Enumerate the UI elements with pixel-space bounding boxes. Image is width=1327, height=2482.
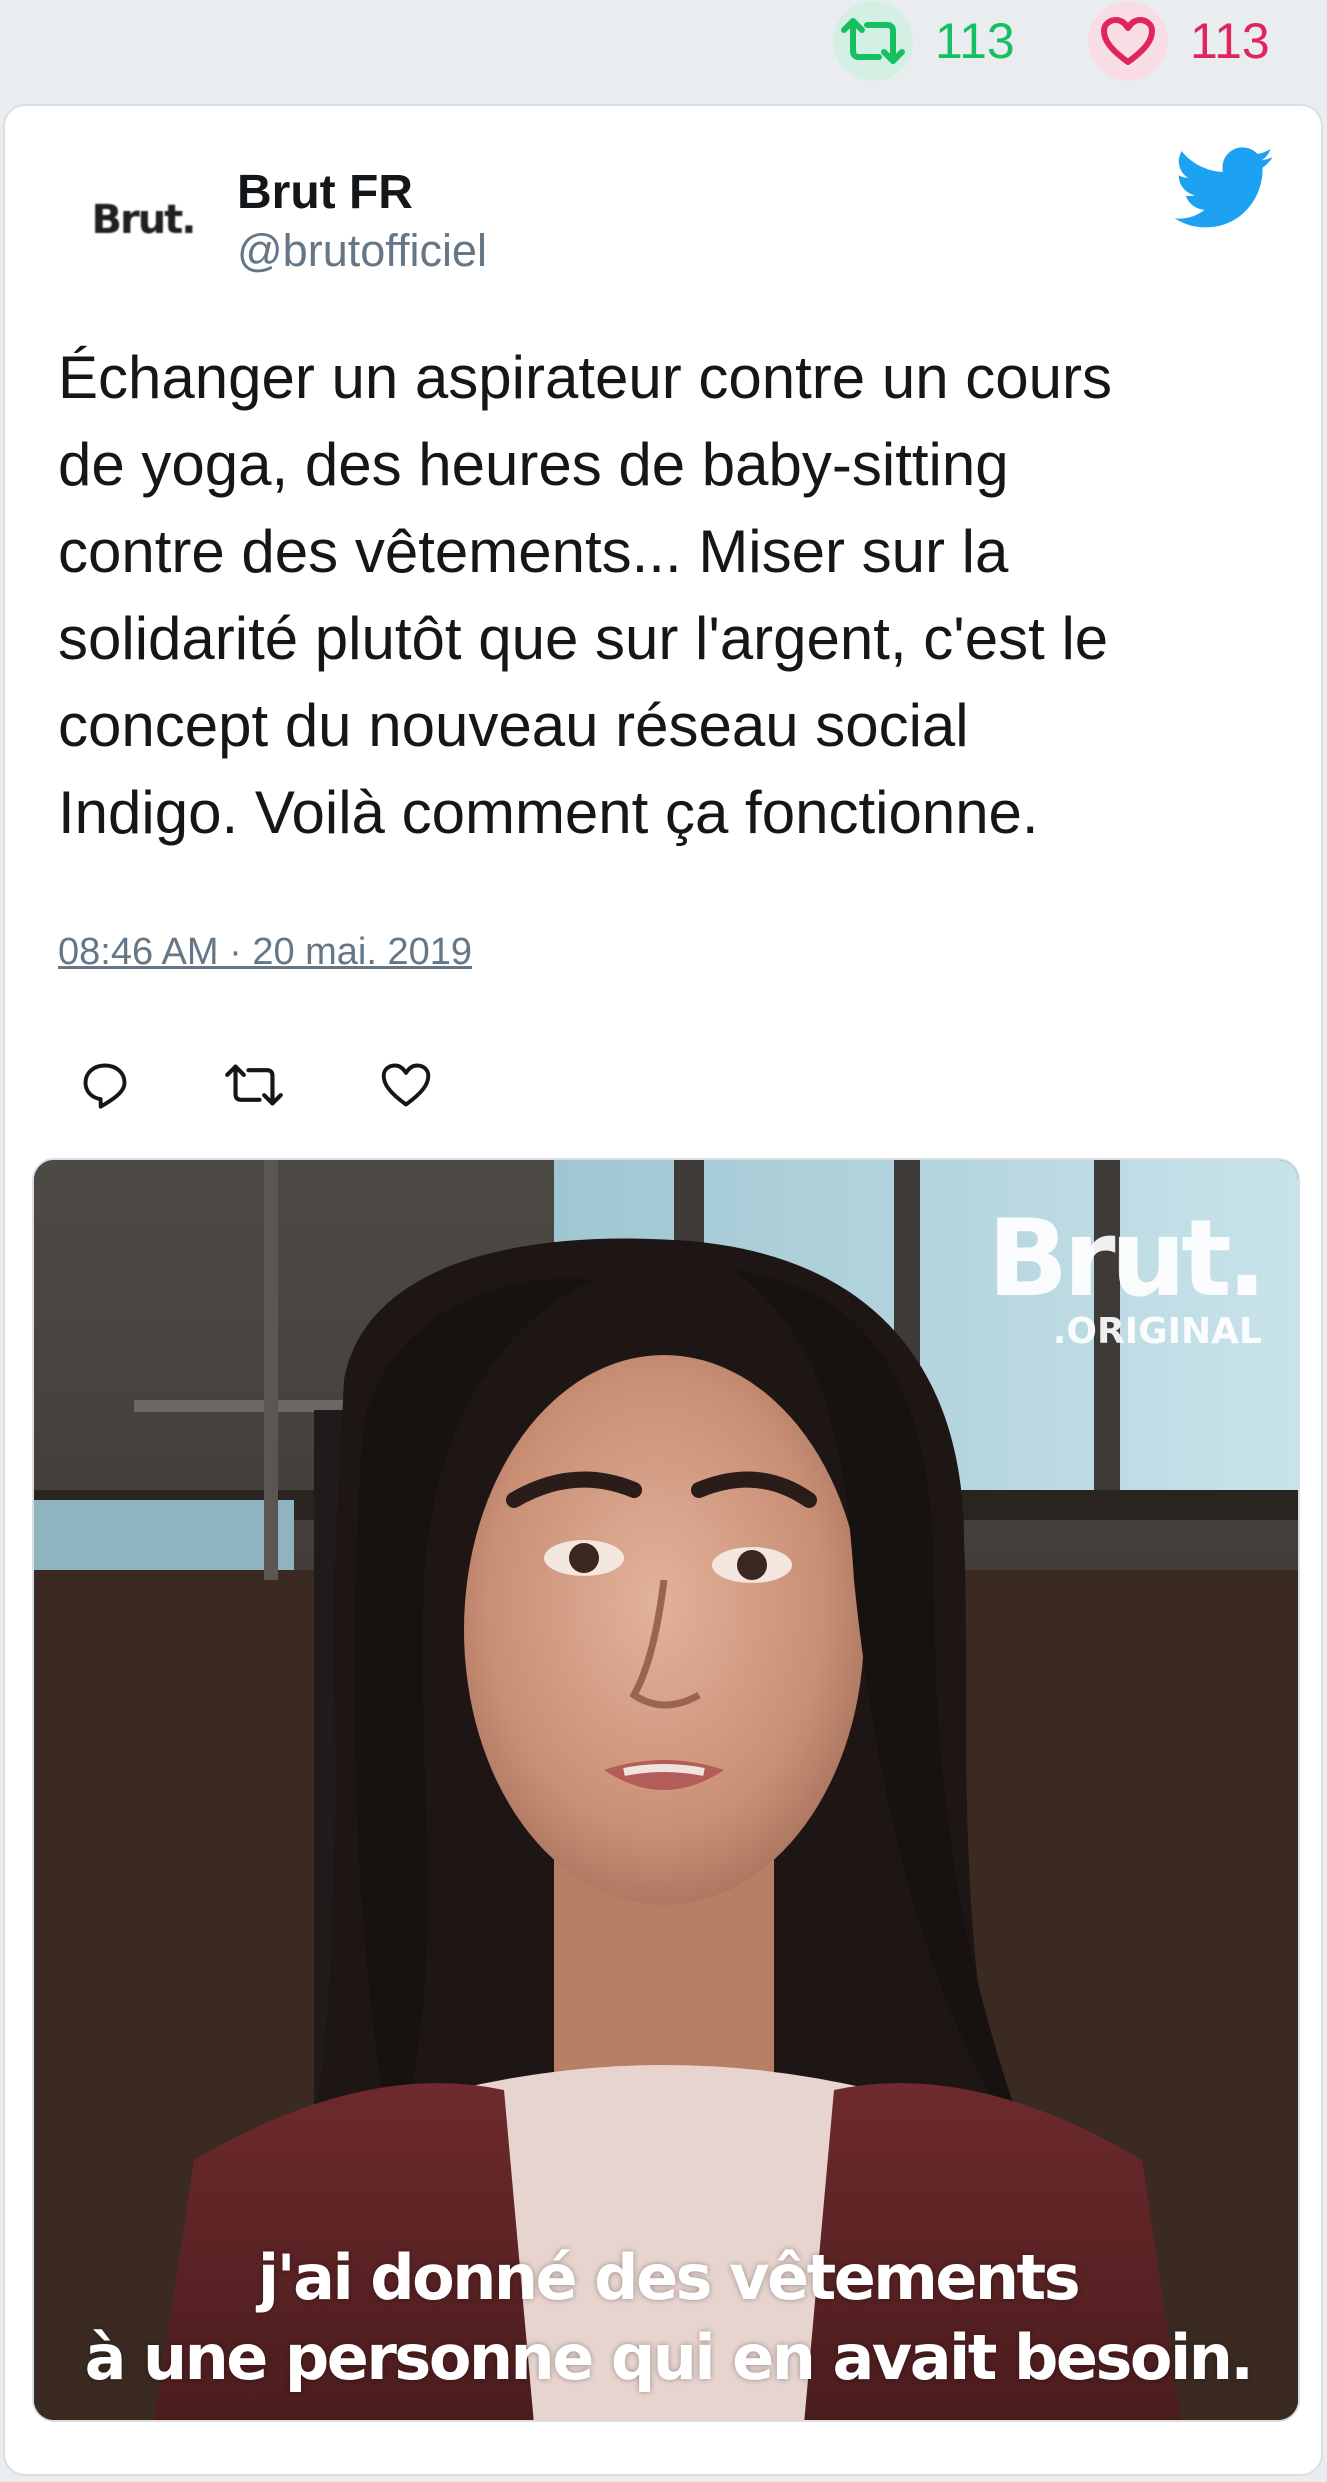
video-subtitle: j'ai donné des vêtements à une personne …	[84, 2241, 1254, 2394]
avatar-logo-text: Brut.	[91, 197, 196, 243]
avatar[interactable]: Brut.	[58, 170, 228, 270]
user-name[interactable]: Brut FR	[237, 164, 413, 222]
retweet-button[interactable]	[224, 1055, 284, 1115]
tweet-stats-bar: 113 113	[0, 0, 1327, 98]
tweet-text: Échanger un aspirateur contre un cours d…	[58, 344, 1112, 846]
reply-button[interactable]	[75, 1055, 135, 1115]
like-stat[interactable]: 113	[1088, 0, 1270, 82]
tweet-timestamp[interactable]: 08:46 AM · 20 mai. 2019	[58, 930, 472, 976]
like-count: 113	[1190, 13, 1270, 69]
tweet-media-video[interactable]: Brut. .ORIGINAL j'ai donné des vêtements…	[32, 1158, 1300, 2422]
retweet-count: 113	[935, 13, 1015, 69]
heart-icon	[1088, 1, 1168, 81]
reply-icon	[83, 1063, 127, 1109]
heart-icon	[381, 1063, 431, 1107]
retweet-stat[interactable]: 113	[833, 0, 1015, 82]
tweet-card: Brut. Brut FR @brutofficiel Échanger un …	[3, 104, 1323, 2476]
retweet-icon	[833, 1, 913, 81]
twitter-bird-icon[interactable]	[1175, 146, 1275, 232]
watermark-logo: Brut.	[987, 1197, 1267, 1320]
retweet-icon	[225, 1064, 283, 1106]
like-button[interactable]	[376, 1055, 436, 1115]
user-handle[interactable]: @brutofficiel	[237, 224, 487, 278]
tweet-actions	[75, 1050, 436, 1120]
brut-original-watermark: Brut. .ORIGINAL	[987, 1197, 1267, 1350]
